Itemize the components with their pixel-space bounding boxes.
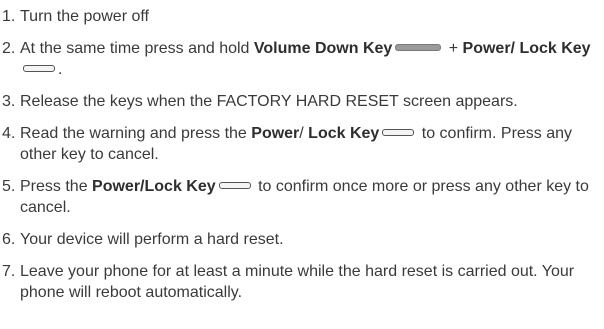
step-number: 1. (2, 8, 16, 25)
power-lock-key-icon (23, 65, 55, 73)
step-item: 6. Your device will perform a hard reset. (2, 229, 602, 250)
step-text: Leave your phone for at least a minute w… (20, 261, 602, 303)
reset-steps-list: 1. Turn the power off 2. At the same time p… (2, 6, 602, 314)
step-text: Turn the power off (20, 6, 602, 27)
step-item: 4. Read the warning and press the Power/ … (2, 123, 602, 165)
step-text-segment: Press the (20, 178, 93, 195)
step-text: Your device will perform a hard reset. (20, 229, 602, 250)
step-text-segment: Turn the power off (20, 8, 149, 25)
step-item: 7. Leave your phone for at least a minute… (2, 261, 602, 303)
step-number: 5. (2, 178, 16, 195)
step-text: Press the Power/Lock Key to confirm once… (20, 176, 602, 218)
key-name: Volume Down Key (253, 40, 393, 57)
step-text-segment: Release the keys when the FACTORY HARD R… (20, 93, 518, 110)
key-name: Power/Lock Key (92, 178, 216, 195)
step-number: 2. (2, 40, 16, 57)
step-item: 1. Turn the power off (2, 6, 602, 27)
step-number: 6. (2, 231, 16, 248)
key-name: Power (251, 125, 300, 142)
step-text-segment: + (444, 40, 463, 57)
step-number: 4. (2, 125, 16, 142)
step-item: 3. Release the keys when the FACTORY HARD… (2, 91, 602, 112)
step-number: 7. (2, 263, 16, 280)
step-text-segment: / (299, 125, 309, 142)
step-text-segment: Your device will perform a hard reset. (20, 231, 284, 248)
power-lock-key-icon (382, 129, 415, 137)
step-text: At the same time press and hold Volume D… (20, 38, 602, 80)
power-lock-key-icon (218, 182, 251, 190)
step-text-segment: At the same time press and hold (20, 40, 254, 57)
key-name: Lock Key (308, 125, 380, 142)
step-text: Read the warning and press the Power/ Lo… (20, 123, 602, 165)
step-item: 5. Press the Power/Lock Key to confirm on… (2, 176, 602, 218)
step-text-segment: Read the warning and press the (20, 125, 252, 142)
step-item: 2. At the same time press and hold Volume… (2, 38, 602, 80)
step-text-segment: Leave your phone for at least a minute w… (20, 263, 575, 301)
key-name: Power/ Lock Key (462, 40, 591, 57)
step-text-segment: . (58, 61, 63, 78)
step-text: Release the keys when the FACTORY HARD R… (20, 91, 602, 112)
volume-down-key-icon (395, 44, 442, 52)
step-number: 3. (2, 93, 16, 110)
